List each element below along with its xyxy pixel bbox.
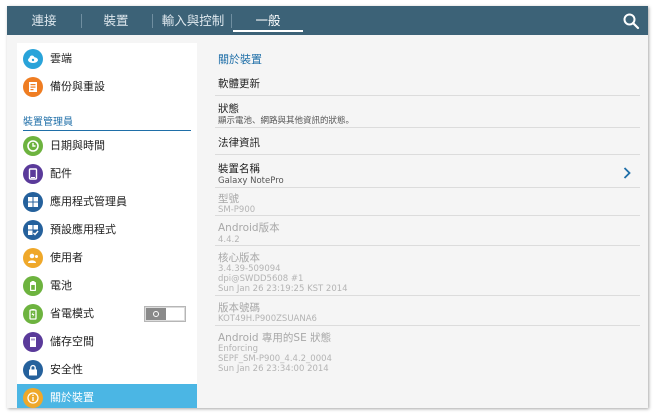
- se-status-item: Android 專用的SE 狀態 Enforcing SEPF_SM-P900_…: [215, 326, 640, 376]
- info-icon: [23, 388, 43, 408]
- device-name-item[interactable]: 裝置名稱 Galaxy NotePro: [215, 155, 640, 188]
- kernel-version-line: dpi@SWDD5608 #1: [218, 274, 304, 284]
- sidebar-item-label: 日期與時間: [50, 139, 105, 152]
- sidebar-item-backup-reset[interactable]: 備份與重設: [17, 73, 197, 101]
- android-version-value: 4.4.2: [218, 235, 240, 245]
- sidebar-item-security[interactable]: 安全性: [17, 356, 197, 384]
- tab-general[interactable]: 一般: [233, 6, 303, 35]
- se-status-title: Android 專用的SE 狀態: [218, 332, 332, 344]
- sidebar-item-label: 省電模式: [50, 307, 94, 320]
- toggle-knob: [166, 308, 184, 320]
- status-title: 狀態: [218, 103, 239, 115]
- tab-connections[interactable]: 連接: [15, 6, 73, 35]
- tab-divider: [152, 14, 153, 28]
- tab-divider: [81, 14, 82, 28]
- se-status-line: Sun Jan 26 23:34:00 2014: [218, 364, 329, 374]
- section-header-device-manager: 裝置管理員: [23, 113, 191, 131]
- toggle-off-indicator: [146, 308, 166, 320]
- active-tab-indicator: [233, 30, 303, 32]
- tab-general-label: 一般: [255, 13, 281, 28]
- se-status-line: SEPF_SM-P900_4.4.2_0004: [218, 354, 332, 364]
- build-number-title: 版本號碼: [218, 302, 260, 314]
- legal-info-label: 法律資訊: [218, 137, 260, 149]
- search-icon[interactable]: [622, 12, 640, 30]
- model-value: SM-P900: [218, 205, 256, 215]
- kernel-version-item: 核心版本 3.4.39-509094 dpi@SWDD5608 #1 Sun J…: [215, 246, 640, 296]
- sidebar-item-label: 應用程式管理員: [50, 195, 127, 208]
- sidebar-item-label: 雲端: [50, 52, 72, 65]
- kernel-version-title: 核心版本: [218, 252, 260, 264]
- about-device-panel: 關於裝置 軟體更新 狀態 顯示電池、網路與其他資訊的狀態。 法律資訊 裝置名稱 …: [215, 43, 640, 408]
- sidebar-item-date-time[interactable]: 日期與時間: [17, 132, 197, 160]
- page-title: 關於裝置: [218, 53, 262, 66]
- sidebar-item-battery[interactable]: 電池: [17, 272, 197, 300]
- sidebar-item-label: 預設應用程式: [50, 223, 116, 236]
- sidebar-item-label: 電池: [50, 279, 72, 292]
- storage-icon: [23, 332, 43, 352]
- chevron-right-icon: [623, 167, 631, 179]
- sidebar-item-power-saving[interactable]: 省電模式: [17, 300, 197, 328]
- top-tab-bar: 連接 裝置 輸入與控制 一般: [7, 6, 648, 35]
- android-version-title: Android版本: [218, 222, 280, 234]
- clock-icon: [23, 136, 43, 156]
- build-number-value: KOT49H.P900ZSUANA6: [218, 314, 317, 324]
- sidebar-item-label: 儲存空間: [50, 335, 94, 348]
- sidebar-item-storage[interactable]: 儲存空間: [17, 328, 197, 356]
- tab-input-control[interactable]: 輸入與控制: [155, 6, 231, 35]
- sidebar-item-label: 使用者: [50, 251, 83, 264]
- sidebar-item-app-manager[interactable]: 應用程式管理員: [17, 188, 197, 216]
- sidebar-item-label: 安全性: [50, 363, 83, 376]
- device-name-title: 裝置名稱: [218, 163, 260, 175]
- sidebar-item-about-device[interactable]: 關於裝置: [17, 384, 197, 408]
- backup-icon: [23, 77, 43, 97]
- se-status-line: Enforcing: [218, 344, 259, 354]
- sidebar-item-cloud[interactable]: 雲端: [17, 45, 197, 73]
- sidebar-item-label: 備份與重設: [50, 80, 105, 93]
- sidebar-item-default-apps[interactable]: 預設應用程式: [17, 216, 197, 244]
- grid-icon: [23, 192, 43, 212]
- power-saving-icon: [23, 304, 43, 324]
- settings-window: 連接 裝置 輸入與控制 一般 雲端 備份與重設 裝置管理員 日期與時間 配件 應…: [7, 6, 648, 408]
- device-name-value: Galaxy NotePro: [218, 176, 284, 186]
- cloud-icon: [23, 49, 43, 69]
- model-title: 型號: [218, 193, 239, 205]
- sidebar-item-accessories[interactable]: 配件: [17, 160, 197, 188]
- sidebar-item-users[interactable]: 使用者: [17, 244, 197, 272]
- software-update-label: 軟體更新: [218, 78, 260, 90]
- kernel-version-line: Sun Jan 26 23:19:25 KST 2014: [218, 284, 348, 294]
- power-saving-toggle[interactable]: [144, 306, 186, 322]
- user-icon: [23, 248, 43, 268]
- sidebar-item-label: 關於裝置: [50, 391, 94, 404]
- tab-divider: [231, 14, 232, 28]
- status-description: 顯示電池、網路與其他資訊的狀態。: [218, 116, 355, 126]
- legal-info-item[interactable]: 法律資訊: [215, 128, 640, 155]
- software-update-item[interactable]: 軟體更新: [215, 68, 640, 96]
- settings-sidebar: 雲端 備份與重設 裝置管理員 日期與時間 配件 應用程式管理員 預設應用程式 使…: [17, 43, 197, 408]
- battery-icon: [23, 276, 43, 296]
- status-item[interactable]: 狀態 顯示電池、網路與其他資訊的狀態。: [215, 96, 640, 128]
- default-apps-icon: [23, 220, 43, 240]
- model-item: 型號 SM-P900: [215, 188, 640, 216]
- accessory-icon: [23, 164, 43, 184]
- lock-icon: [23, 360, 43, 380]
- build-number-item: 版本號碼 KOT49H.P900ZSUANA6: [215, 296, 640, 326]
- tab-device[interactable]: 裝置: [87, 6, 145, 35]
- sidebar-item-label: 配件: [50, 167, 72, 180]
- kernel-version-line: 3.4.39-509094: [218, 264, 281, 274]
- android-version-item: Android版本 4.4.2: [215, 216, 640, 246]
